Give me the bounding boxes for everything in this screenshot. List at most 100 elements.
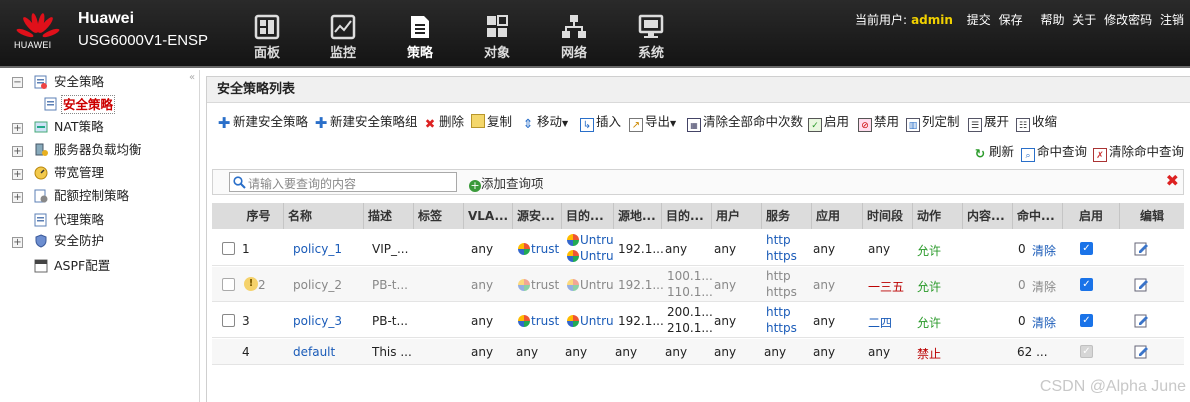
nav-policy[interactable]: 策略	[390, 14, 450, 64]
disable-button[interactable]: ⊘ 禁用	[858, 113, 899, 132]
table-row[interactable]: 3 policy_3 PB-t... any trust Untrust 192…	[212, 303, 1184, 338]
expand-toggle[interactable]: +	[12, 123, 23, 134]
service[interactable]: http	[766, 269, 791, 283]
clear-hit-query-button[interactable]: ✗ 清除命中查询	[1093, 143, 1184, 162]
sidebar-item-server-lb[interactable]: 服务器负载均衡	[54, 140, 142, 160]
copy-button[interactable]: 复制	[471, 113, 512, 131]
policy-name-link[interactable]: policy_2	[293, 278, 342, 292]
row-checkbox[interactable]	[222, 278, 235, 291]
column-header[interactable]: 源安...	[513, 203, 562, 229]
service[interactable]: http	[766, 233, 791, 247]
column-header[interactable]: 标签	[414, 203, 464, 229]
new-policy-group-button[interactable]: ✚ 新建安全策略组	[314, 113, 418, 131]
service[interactable]: https	[766, 285, 797, 299]
enable-checkbox[interactable]: ✓	[1080, 242, 1093, 255]
table-row[interactable]: 4 default This ... any any any any any a…	[212, 339, 1184, 365]
aspf-icon	[34, 259, 48, 273]
policy-name-link[interactable]: default	[293, 345, 335, 359]
logout-link[interactable]: 注销	[1160, 13, 1184, 27]
nav-dashboard[interactable]: 面板	[237, 14, 297, 64]
commit-link[interactable]: 提交	[967, 13, 991, 27]
edit-icon[interactable]	[1134, 344, 1149, 359]
enable-checkbox[interactable]: ✓	[1080, 278, 1093, 291]
customize-columns-button[interactable]: ▥ 列定制	[906, 113, 960, 132]
clear-hits-link[interactable]: 清除	[1032, 278, 1056, 295]
policy-name-link[interactable]: policy_1	[293, 242, 342, 256]
nav-network[interactable]: 网络	[544, 14, 604, 64]
delete-button[interactable]: ✖ 删除	[423, 113, 464, 131]
sidebar-item-protection[interactable]: 安全防护	[54, 231, 104, 251]
column-header[interactable]: 序号	[212, 203, 284, 229]
move-button[interactable]: ⇕ 移动▼	[521, 113, 568, 131]
expand-button[interactable]: ☰ 展开	[968, 113, 1009, 132]
new-policy-button[interactable]: ✚ 新建安全策略	[217, 113, 308, 131]
clear-hits-link[interactable]: 清除	[1032, 242, 1056, 259]
enable-button[interactable]: ✓ 启用	[808, 113, 849, 132]
hit-query-button[interactable]: ⌕ 命中查询	[1021, 143, 1087, 162]
column-header[interactable]: 启用	[1063, 203, 1120, 229]
clear-hits-link[interactable]: 清除	[1032, 314, 1056, 331]
zone-label: Untrust	[580, 314, 613, 328]
column-header[interactable]: 用户	[712, 203, 762, 229]
sidebar-item-proxy[interactable]: 代理策略	[54, 210, 104, 230]
column-header[interactable]: 命中...	[1013, 203, 1063, 229]
sidebar-item-aspf[interactable]: ASPF配置	[54, 256, 110, 276]
column-header[interactable]: 内容...	[963, 203, 1013, 229]
column-header[interactable]: 服务	[762, 203, 812, 229]
column-header[interactable]: 源地...	[614, 203, 662, 229]
expand-toggle[interactable]: +	[12, 192, 23, 203]
collapse-button[interactable]: ☷ 收缩	[1016, 113, 1057, 132]
table-row[interactable]: 1 policy_1 VIP_... any trust Untrust Unt…	[212, 231, 1184, 266]
about-link[interactable]: 关于	[1072, 13, 1096, 27]
nav-label: 面板	[253, 46, 280, 61]
close-search-icon[interactable]: ✖	[1166, 171, 1179, 190]
search-input[interactable]: 请输入要查询的内容	[229, 172, 457, 192]
save-link[interactable]: 保存	[999, 13, 1023, 27]
sidebar-item-quota[interactable]: 配额控制策略	[54, 186, 129, 206]
row-checkbox[interactable]	[222, 242, 235, 255]
sidebar-item-security-policy-group[interactable]: 安全策略	[54, 72, 104, 92]
time-range[interactable]: 一三五	[868, 278, 904, 295]
row-checkbox[interactable]	[222, 314, 235, 327]
edit-icon[interactable]	[1134, 241, 1149, 256]
column-header[interactable]: 应用	[812, 203, 863, 229]
expand-toggle[interactable]: +	[12, 237, 23, 248]
column-header[interactable]: 名称	[284, 203, 364, 229]
nav-system[interactable]: 系统	[621, 14, 681, 64]
column-header[interactable]: 描述	[364, 203, 414, 229]
policy-list-panel: 安全策略列表 ✚ 新建安全策略 ✚ 新建安全策略组 ✖ 删除 复制 ⇕ 移动▼ ↳ 插入 …	[206, 76, 1190, 402]
collapse-sidebar-icon[interactable]: «	[189, 72, 195, 83]
sidebar-item-nat[interactable]: NAT策略	[54, 117, 104, 137]
service[interactable]: https	[766, 321, 797, 335]
nav-monitor[interactable]: 监控	[313, 14, 373, 64]
help-link[interactable]: 帮助	[1040, 13, 1064, 27]
policy-name-link[interactable]: policy_3	[293, 314, 342, 328]
sidebar-item-bandwidth[interactable]: 带宽管理	[54, 163, 104, 183]
service[interactable]: http	[766, 305, 791, 319]
collapse-toggle[interactable]: −	[12, 77, 23, 88]
insert-button[interactable]: ↳ 插入	[580, 113, 621, 132]
sidebar-item-security-policy[interactable]: 安全策略	[61, 95, 116, 114]
table-row[interactable]: ! 2 policy_2 PB-t... any trust Untrust 1…	[212, 267, 1184, 302]
export-button[interactable]: ↗ 导出▼	[629, 113, 676, 132]
enable-checkbox[interactable]: ✓	[1080, 314, 1093, 327]
column-header[interactable]: VLA...	[464, 203, 513, 229]
column-header[interactable]: 时间段	[863, 203, 913, 229]
refresh-button[interactable]: ↻ 刷新	[973, 143, 1014, 161]
source-zone: trust	[518, 242, 559, 256]
change-password-link[interactable]: 修改密码	[1104, 13, 1152, 27]
time-range[interactable]: 二四	[868, 314, 892, 331]
column-header[interactable]: 目的...	[662, 203, 712, 229]
expand-toggle[interactable]: +	[12, 146, 23, 157]
expand-toggle[interactable]: +	[12, 169, 23, 180]
edit-icon[interactable]	[1134, 277, 1149, 292]
column-header[interactable]: 编辑	[1120, 203, 1184, 229]
add-query-button[interactable]: +添加查询项	[469, 173, 544, 192]
clear-all-hits-button[interactable]: ▦ 清除全部命中次数	[687, 113, 803, 132]
nav-object[interactable]: 对象	[467, 14, 527, 64]
column-header[interactable]: 动作	[913, 203, 963, 229]
column-header[interactable]: 目的...	[562, 203, 614, 229]
service[interactable]: https	[766, 249, 797, 263]
description: PB-t...	[372, 314, 408, 328]
edit-icon[interactable]	[1134, 313, 1149, 328]
